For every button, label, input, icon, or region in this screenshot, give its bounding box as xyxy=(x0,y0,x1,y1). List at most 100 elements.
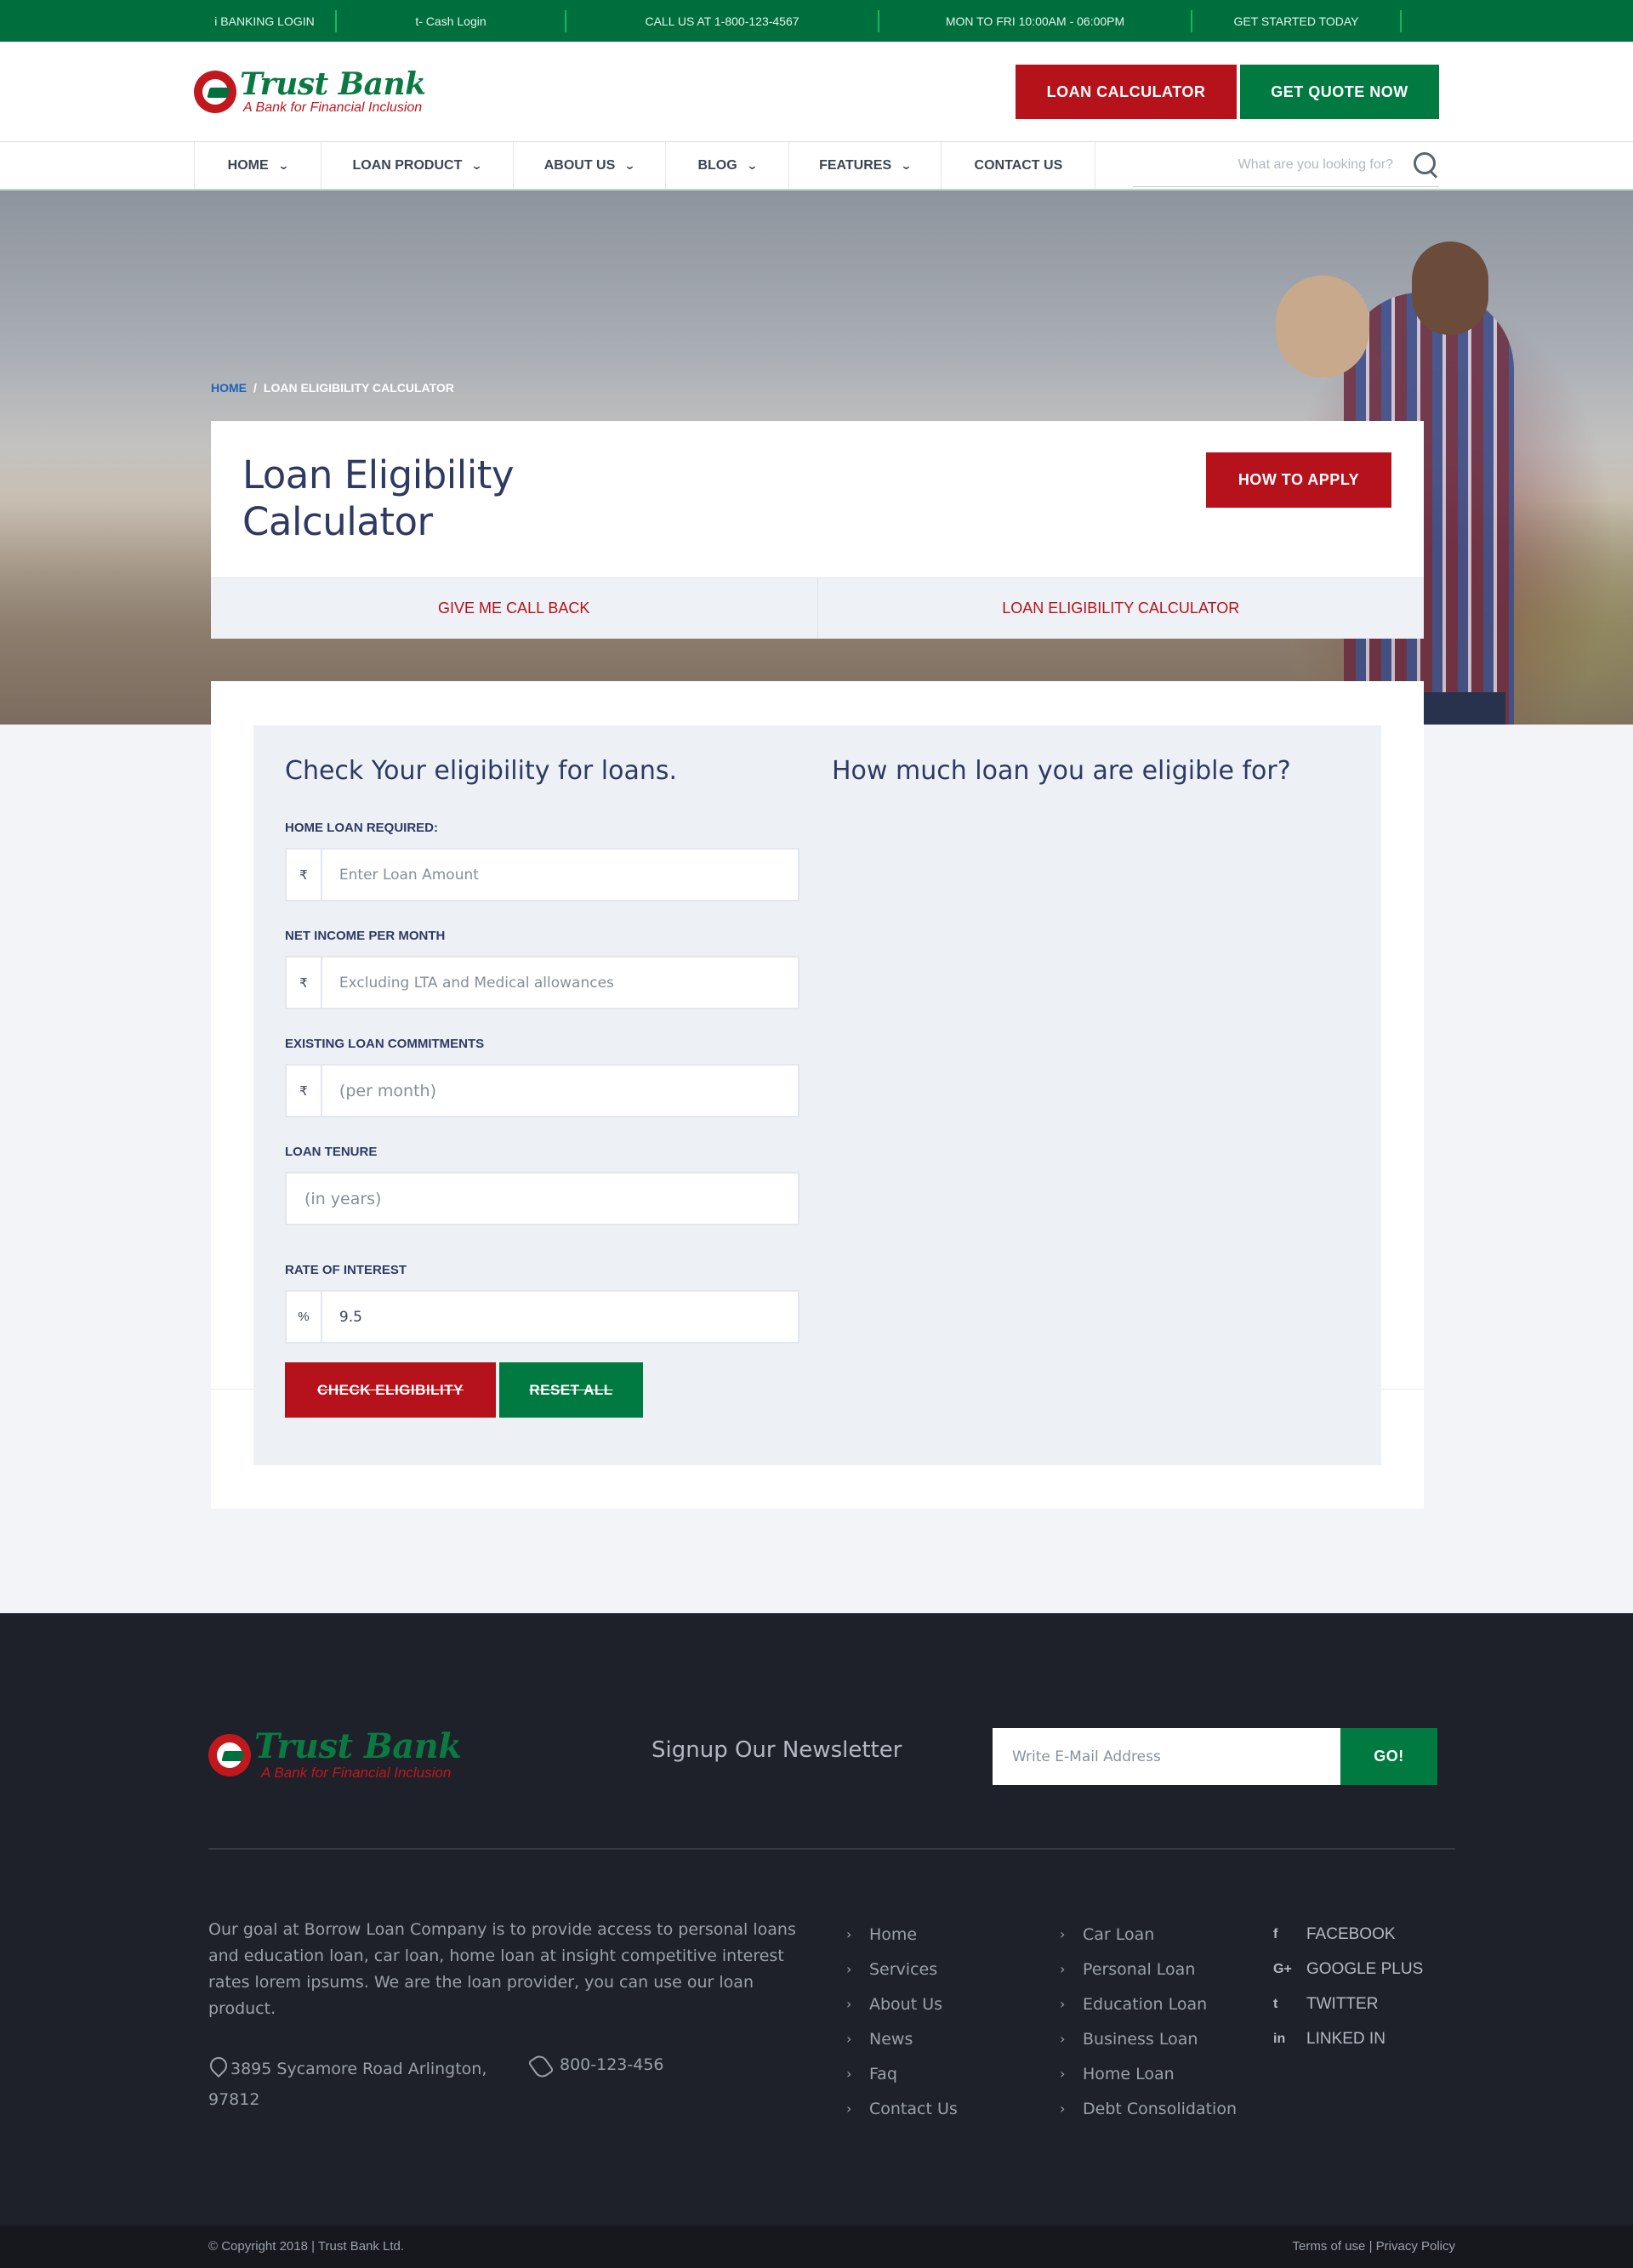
brand-logo[interactable]: Trust Bank A Bank for Financial Inclusio… xyxy=(194,58,426,126)
ibanking-login-link[interactable]: i BANKING LOGIN xyxy=(194,9,337,32)
footer-divider xyxy=(208,1848,1455,1850)
page-tabs: GIVE ME CALL BACK LOAN ELIGIBILITY CALCU… xyxy=(211,577,1424,639)
copyright-text: © Copyright 2018 | Trust Bank Ltd. xyxy=(208,2239,405,2254)
net-income-label: NET INCOME PER MONTH xyxy=(285,929,446,943)
how-to-apply-button[interactable]: HOW TO APPLY xyxy=(1206,452,1391,508)
footer-link-home[interactable]: › Home xyxy=(846,1917,958,1952)
footer-link-car-loan[interactable]: › Car Loan xyxy=(1060,1917,1237,1952)
footer-link-business-loan[interactable]: › Business Loan xyxy=(1060,2021,1237,2056)
chevron-right-icon: › xyxy=(1060,1961,1066,1977)
linkedin-icon: in xyxy=(1273,2031,1286,2046)
footer-link-education-loan[interactable]: › Education Loan xyxy=(1060,1987,1237,2021)
footer-link-news[interactable]: › News xyxy=(846,2021,958,2056)
social-facebook-link[interactable]: f FACEBOOK xyxy=(1273,1917,1423,1952)
loan-tenure-input[interactable] xyxy=(287,1174,798,1224)
brand-tagline: A Bank for Financial Inclusion xyxy=(243,100,423,115)
search-icon[interactable] xyxy=(1410,151,1439,179)
loan-amount-input[interactable] xyxy=(321,850,798,900)
get-started-link[interactable]: GET STARTED TODAY xyxy=(1192,9,1402,32)
chevron-right-icon: › xyxy=(1060,2031,1066,2047)
nav-item-contact-us[interactable]: CONTACT US xyxy=(941,142,1096,189)
loan-tenure-field xyxy=(285,1172,799,1225)
nav-item-features[interactable]: FEATURES ⌄ xyxy=(788,142,942,189)
existing-loan-field: ₹ xyxy=(285,1064,799,1117)
form-heading: Check Your eligibility for loans. xyxy=(285,756,678,786)
loan-calculator-button[interactable]: LOAN CALCULATOR xyxy=(1016,65,1237,119)
nav-item-about-us[interactable]: ABOUT US ⌄ xyxy=(512,142,666,189)
newsletter-email-input[interactable] xyxy=(993,1728,1340,1785)
result-heading: How much loan you are eligible for? xyxy=(832,756,1291,786)
office-hours-info: MON TO FRI 10:00AM - 06:00PM xyxy=(879,9,1192,32)
footer-link-contact-us[interactable]: › Contact Us xyxy=(846,2091,958,2126)
site-header: Trust Bank A Bank for Financial Inclusio… xyxy=(0,42,1633,142)
social-linkedin-link[interactable]: in LINKED IN xyxy=(1273,2021,1423,2056)
nav-item-home[interactable]: HOME ⌄ xyxy=(194,142,321,189)
footer-link-personal-loan[interactable]: › Personal Loan xyxy=(1060,1952,1237,1987)
newsletter-go-button[interactable]: GO! xyxy=(1340,1728,1437,1785)
tab-eligibility-calculator[interactable]: LOAN ELIGIBILITY CALCULATOR xyxy=(816,578,1425,639)
call-us-info: CALL US AT 1-800-123-4567 xyxy=(566,9,879,32)
chevron-down-icon: ⌄ xyxy=(746,158,759,172)
footer-links-loans: › Car Loan › Personal Loan › Education Loan… xyxy=(1060,1917,1237,2126)
legal-separator: | xyxy=(1368,2239,1373,2254)
interest-rate-input[interactable] xyxy=(321,1292,798,1342)
interest-rate-label: RATE OF INTEREST xyxy=(285,1263,407,1277)
nav-item-blog[interactable]: BLOG ⌄ xyxy=(665,142,788,189)
nav-item-loan-product[interactable]: LOAN PRODUCT ⌄ xyxy=(321,142,512,189)
get-quote-button[interactable]: GET QUOTE NOW xyxy=(1240,65,1439,119)
search-bar xyxy=(1133,145,1439,187)
chevron-down-icon: ⌄ xyxy=(623,158,636,172)
chevron-down-icon: ⌄ xyxy=(900,158,913,172)
reset-all-button[interactable]: RESET ALL xyxy=(499,1362,643,1418)
social-twitter-link[interactable]: t TWITTER xyxy=(1273,1987,1423,2021)
footer-link-about-us[interactable]: › About Us xyxy=(846,1987,958,2021)
copyright-bar: © Copyright 2018 | Trust Bank Ltd. Terms… xyxy=(0,2225,1633,2268)
chevron-right-icon: › xyxy=(846,2031,852,2047)
footer-link-faq[interactable]: › Faq xyxy=(846,2056,958,2091)
footer-links-main: › Home › Services › About Us › News › Faq › Co… xyxy=(846,1917,958,2126)
net-income-field: ₹ xyxy=(285,956,799,1009)
rupee-icon: ₹ xyxy=(287,850,322,900)
phone-icon xyxy=(529,2054,551,2076)
footer-logo[interactable]: Trust Bank A Bank for Financial Inclusio… xyxy=(208,1721,462,1789)
calculator-form: Check Your eligibility for loans. How mu… xyxy=(253,725,1381,1465)
footer-brand-tagline: A Bank for Financial Inclusion xyxy=(261,1765,452,1781)
footer-link-home-loan[interactable]: › Home Loan xyxy=(1060,2056,1237,2091)
newsletter-title: Signup Our Newsletter xyxy=(651,1737,902,1763)
terms-link[interactable]: Terms of use xyxy=(1293,2239,1366,2254)
search-input[interactable] xyxy=(1189,157,1393,173)
chevron-right-icon: › xyxy=(846,1961,852,1977)
footer-link-debt-consolidation[interactable]: › Debt Consolidation xyxy=(1060,2091,1237,2126)
calculator-card: Check Your eligibility for loans. How mu… xyxy=(211,681,1424,1509)
breadcrumb-current: LOAN ELIGIBILITY CALCULATOR xyxy=(263,381,454,395)
tcash-login-link[interactable]: t- Cash Login xyxy=(337,9,566,32)
twitter-icon: t xyxy=(1273,1996,1278,2011)
footer-link-services[interactable]: › Services xyxy=(846,1952,958,1987)
social-google-plus-link[interactable]: G+ GOOGLE PLUS xyxy=(1273,1952,1423,1987)
site-footer: Trust Bank A Bank for Financial Inclusio… xyxy=(0,1613,1633,2225)
check-eligibility-button[interactable]: CHECK ELIGIBILITY xyxy=(285,1362,496,1418)
chevron-right-icon: › xyxy=(846,2100,852,2117)
chevron-right-icon: › xyxy=(846,2066,852,2082)
net-income-input[interactable] xyxy=(321,958,798,1008)
newsletter-form: GO! xyxy=(993,1728,1437,1785)
loan-amount-label: HOME LOAN REQUIRED: xyxy=(285,821,438,835)
page-title: Loan Eligibility Calculator xyxy=(242,452,515,544)
breadcrumb: HOME / LOAN ELIGIBILITY CALCULATOR xyxy=(211,381,454,395)
breadcrumb-separator: / xyxy=(253,381,257,395)
map-pin-icon xyxy=(208,2057,225,2079)
facebook-icon: f xyxy=(1273,1926,1278,1941)
breadcrumb-home-link[interactable]: HOME xyxy=(211,381,247,395)
footer-address: 3895 Sycamore Road Arlington, 97812 xyxy=(208,2054,515,2115)
brand-logo-mark-icon xyxy=(208,1734,251,1776)
privacy-link[interactable]: Privacy Policy xyxy=(1376,2239,1455,2254)
chevron-right-icon: › xyxy=(1060,1926,1066,1942)
existing-loan-input[interactable] xyxy=(321,1066,798,1116)
loan-tenure-label: LOAN TENURE xyxy=(285,1145,378,1159)
tab-call-back[interactable]: GIVE ME CALL BACK xyxy=(211,578,817,639)
google-plus-icon: G+ xyxy=(1273,1961,1292,1976)
page-title-card: Loan Eligibility Calculator HOW TO APPLY… xyxy=(211,421,1424,639)
chevron-right-icon: › xyxy=(1060,2100,1066,2117)
rupee-icon: ₹ xyxy=(287,958,322,1008)
loan-amount-field: ₹ xyxy=(285,848,799,901)
